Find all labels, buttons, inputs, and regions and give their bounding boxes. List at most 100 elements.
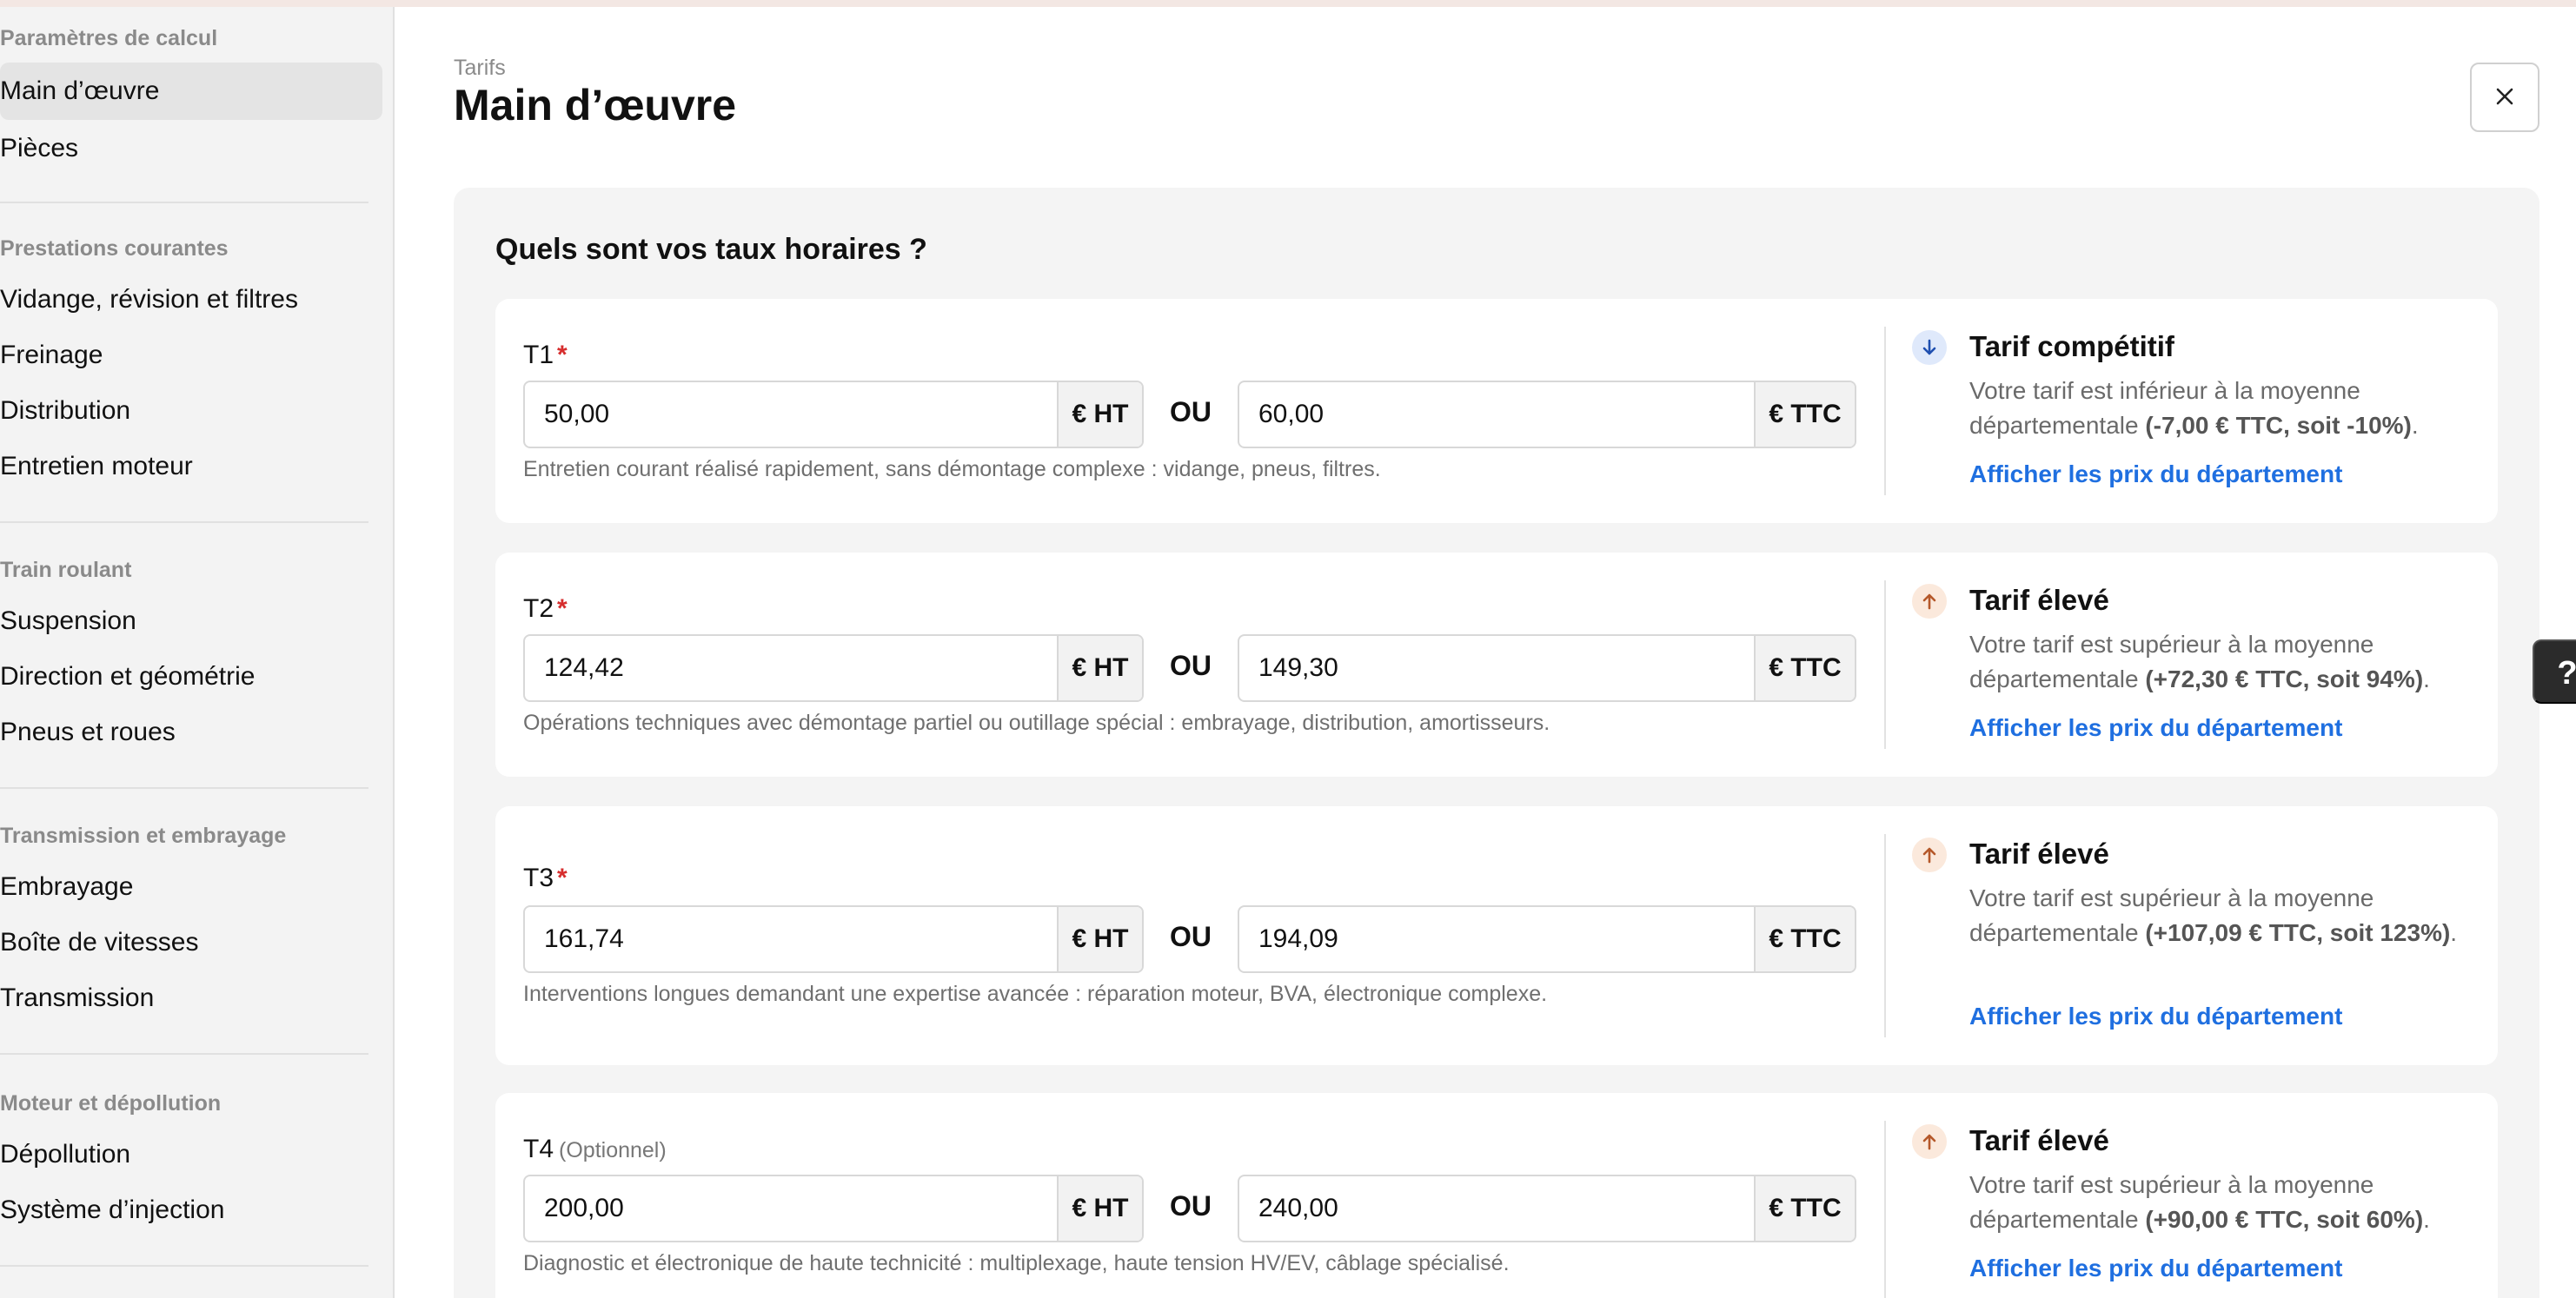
sidebar-item-vidange[interactable]: Vidange, révision et filtres: [0, 271, 382, 328]
status-desc-end: .: [2450, 919, 2458, 946]
sidebar-item-entretien-moteur[interactable]: Entretien moteur: [0, 438, 382, 495]
ht-rate-field[interactable]: 200,00 € HT: [523, 1175, 1144, 1242]
sidebar-item-transmission[interactable]: Transmission: [0, 970, 382, 1027]
rate-card-t3: T3 * 161,74 € HT OU 194,09 € TTC Interven…: [495, 806, 2498, 1065]
ttc-rate-field[interactable]: 240,00 € TTC: [1238, 1175, 1856, 1242]
tier-hint: Opérations techniques avec démontage par…: [523, 711, 1550, 735]
ht-rate-input[interactable]: 200,00: [544, 1176, 624, 1241]
close-button[interactable]: [2470, 63, 2539, 132]
sidebar-divider: [0, 1053, 368, 1055]
sidebar-item-suspension[interactable]: Suspension: [0, 593, 382, 650]
rate-card-t4: T4 (Optionnel) 200,00 € HT OU 240,00 € TT…: [495, 1093, 2498, 1298]
ht-suffix: € HT: [1057, 907, 1142, 971]
ttc-rate-field[interactable]: 194,09 € TTC: [1238, 905, 1856, 973]
optional-marker: (Optionnel): [559, 1138, 667, 1162]
sidebar-section-title: Transmission et embrayage: [0, 824, 287, 848]
tier-name: T1: [523, 341, 554, 369]
sidebar-item-direction[interactable]: Direction et géométrie: [0, 648, 382, 705]
arrow-up-icon: [1912, 1124, 1947, 1159]
sidebar-divider: [0, 202, 368, 203]
ttc-rate-input[interactable]: 194,09: [1258, 907, 1338, 971]
tier-label: T2 *: [523, 594, 568, 624]
tier-name: T3: [523, 864, 554, 892]
status-desc-delta: (+72,30 € TTC, soit 94%): [2145, 666, 2424, 692]
ht-suffix: € HT: [1057, 636, 1142, 700]
sidebar-item-pneus[interactable]: Pneus et roues: [0, 704, 382, 761]
ttc-rate-field[interactable]: 60,00 € TTC: [1238, 381, 1856, 448]
card-divider: [1884, 1121, 1886, 1298]
sidebar-item-injection[interactable]: Système d’injection: [0, 1182, 382, 1239]
tier-hint: Interventions longues demandant une expe…: [523, 982, 1548, 1006]
sidebar-item-boite-vitesses[interactable]: Boîte de vitesses: [0, 914, 382, 971]
breadcrumb: Tarifs: [454, 56, 506, 80]
status-desc-end: .: [2411, 412, 2419, 439]
required-marker: *: [557, 864, 568, 892]
top-border: [0, 0, 2576, 7]
rate-card-t2: T2 * 124,42 € HT OU 149,30 € TTC Opératio…: [495, 553, 2498, 777]
ht-suffix: € HT: [1057, 1176, 1142, 1241]
status-description: Votre tarif est inférieur à la moyenne d…: [1969, 374, 2473, 443]
card-divider: [1884, 580, 1886, 749]
arrow-up-icon: [1912, 584, 1947, 619]
department-prices-link[interactable]: Afficher les prix du département: [1969, 460, 2342, 488]
status-description: Votre tarif est supérieur à la moyenne d…: [1969, 1168, 2473, 1237]
ttc-rate-input[interactable]: 60,00: [1258, 382, 1324, 447]
department-prices-link[interactable]: Afficher les prix du département: [1969, 1255, 2342, 1282]
or-label: OU: [1170, 650, 1212, 681]
or-label: OU: [1170, 396, 1212, 427]
ht-rate-field[interactable]: 50,00 € HT: [523, 381, 1144, 448]
status-title: Tarif compétitif: [1969, 330, 2174, 362]
tier-label: T4 (Optionnel): [523, 1135, 667, 1164]
status-title: Tarif élevé: [1969, 584, 2109, 616]
department-prices-link[interactable]: Afficher les prix du département: [1969, 1003, 2342, 1030]
ttc-suffix: € TTC: [1754, 636, 1855, 700]
sidebar-item-pieces[interactable]: Pièces: [0, 120, 382, 177]
arrow-down-icon: [1912, 330, 1947, 365]
tier-name: T4: [523, 1135, 554, 1163]
sidebar: Paramètres de calcul Main d’œuvre Pièces…: [0, 7, 395, 1298]
sidebar-item-embrayage[interactable]: Embrayage: [0, 858, 382, 916]
ht-rate-field[interactable]: 161,74 € HT: [523, 905, 1144, 973]
or-label: OU: [1170, 921, 1212, 952]
ht-suffix: € HT: [1057, 382, 1142, 447]
status-title: Tarif élevé: [1969, 1124, 2109, 1156]
sidebar-section-title: Paramètres de calcul: [0, 26, 218, 50]
ht-rate-field[interactable]: 124,42 € HT: [523, 634, 1144, 702]
sidebar-divider: [0, 1265, 368, 1267]
required-marker: *: [557, 341, 568, 369]
sidebar-divider: [0, 521, 368, 523]
tier-name: T2: [523, 594, 554, 623]
status-desc-delta: (-7,00 € TTC, soit -10%): [2145, 412, 2412, 439]
ttc-suffix: € TTC: [1754, 382, 1855, 447]
sidebar-divider: [0, 787, 368, 789]
status-description: Votre tarif est supérieur à la moyenne d…: [1969, 881, 2473, 950]
ttc-rate-input[interactable]: 240,00: [1258, 1176, 1338, 1241]
tier-hint: Entretien courant réalisé rapidement, sa…: [523, 457, 1381, 481]
sidebar-item-freinage[interactable]: Freinage: [0, 327, 382, 384]
status-desc-delta: (+107,09 € TTC, soit 123%): [2145, 919, 2451, 946]
ht-rate-input[interactable]: 124,42: [544, 636, 624, 700]
ttc-rate-field[interactable]: 149,30 € TTC: [1238, 634, 1856, 702]
ttc-suffix: € TTC: [1754, 907, 1855, 971]
ht-rate-input[interactable]: 50,00: [544, 382, 609, 447]
close-icon: [2493, 85, 2516, 110]
help-button[interactable]: ?: [2533, 639, 2576, 704]
tier-label: T1 *: [523, 341, 568, 370]
page-title: Main d’œuvre: [454, 81, 737, 129]
sidebar-item-main-doeuvre[interactable]: Main d’œuvre: [0, 63, 382, 120]
ttc-rate-input[interactable]: 149,30: [1258, 636, 1338, 700]
status-desc-end: .: [2423, 666, 2430, 692]
status-desc-end: .: [2423, 1206, 2430, 1233]
tier-hint: Diagnostic et électronique de haute tech…: [523, 1251, 1510, 1275]
ht-rate-input[interactable]: 161,74: [544, 907, 624, 971]
sidebar-item-distribution[interactable]: Distribution: [0, 382, 382, 440]
sidebar-section-title: Prestations courantes: [0, 236, 229, 261]
department-prices-link[interactable]: Afficher les prix du département: [1969, 714, 2342, 742]
status-description: Votre tarif est supérieur à la moyenne d…: [1969, 627, 2473, 697]
sidebar-section-title: Train roulant: [0, 558, 132, 582]
sidebar-item-depollution[interactable]: Dépollution: [0, 1126, 382, 1183]
arrow-up-icon: [1912, 838, 1947, 872]
card-divider: [1884, 834, 1886, 1037]
ttc-suffix: € TTC: [1754, 1176, 1855, 1241]
panel-title: Quels sont vos taux horaires ?: [495, 233, 927, 266]
